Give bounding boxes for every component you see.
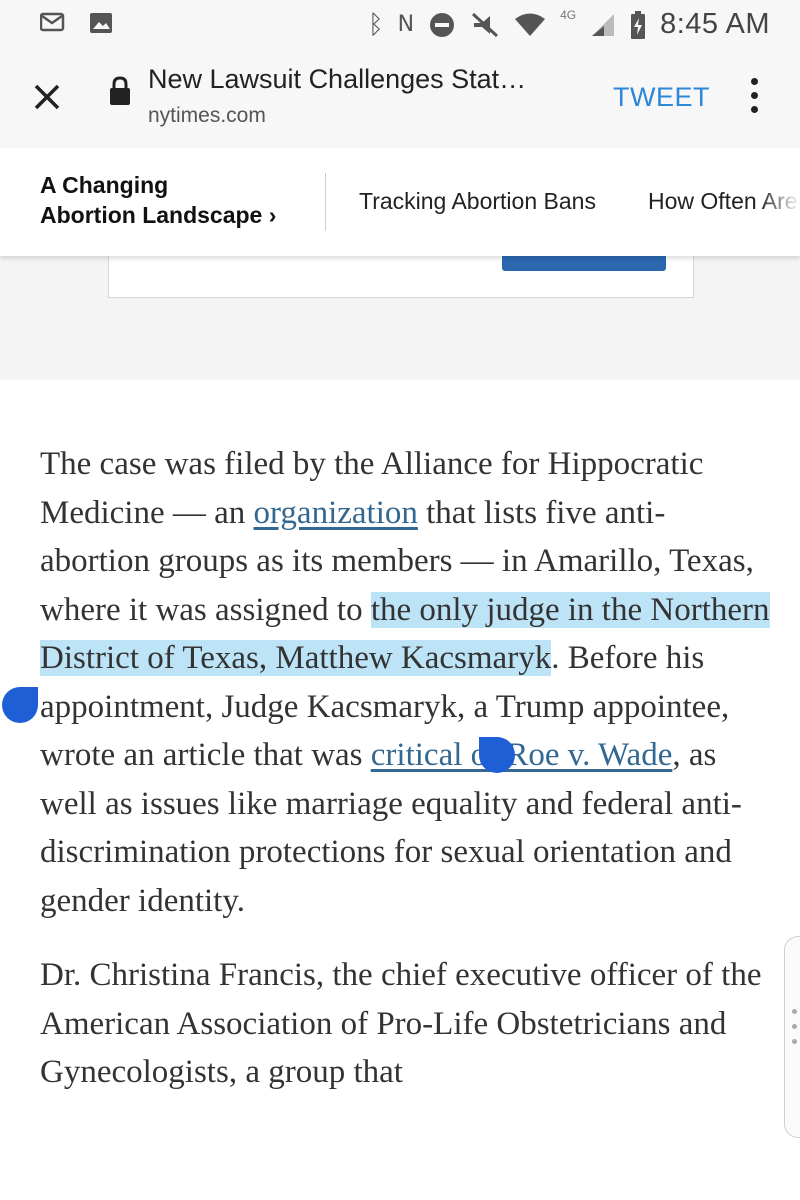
clock: 8:45 AM — [660, 8, 770, 40]
network-type: 4G — [560, 7, 577, 22]
browser-toolbar: New Lawsuit Challenges Stat… nytimes.com… — [0, 50, 800, 149]
message-icon — [40, 12, 65, 32]
page-title: New Lawsuit Challenges Stat… — [148, 64, 527, 94]
page-domain: nytimes.com — [148, 104, 266, 127]
ad-area — [0, 246, 800, 380]
mute-icon — [472, 12, 499, 37]
selection-start-handle[interactable] — [2, 687, 38, 723]
image-icon — [90, 13, 112, 33]
bluetooth-icon: ᛒ — [368, 9, 384, 40]
lock-icon — [110, 76, 130, 105]
critical-of-roe-link[interactable]: critical of Roe v. Wade — [371, 737, 673, 773]
more-options-icon[interactable] — [744, 78, 764, 118]
section-title-line2: Abortion Landscape › — [40, 202, 277, 228]
organization-link[interactable]: organization — [254, 495, 418, 531]
wifi-icon — [515, 13, 546, 36]
battery-charging-icon — [631, 10, 646, 39]
nav-fade — [760, 178, 800, 228]
signal-icon — [592, 13, 615, 36]
section-title-link[interactable]: A Changing Abortion Landscape › — [40, 170, 276, 230]
section-title-line1: A Changing — [40, 172, 169, 198]
tweet-button[interactable]: TWEET — [613, 82, 710, 113]
article-paragraph: The case was filed by the Alliance for H… — [40, 440, 770, 925]
nav-link-tracking-abortion-bans[interactable]: Tracking Abortion Bans — [359, 188, 596, 215]
article-paragraph: Dr. Christina Francis, the chief executi… — [40, 957, 762, 1090]
status-bar: ᛒ N 4G 8:45 AM — [0, 0, 800, 50]
selection-end-handle[interactable] — [479, 737, 515, 773]
article-body: The case was filed by the Alliance for H… — [40, 440, 770, 1097]
section-nav: A Changing Abortion Landscape › Tracking… — [0, 148, 800, 256]
scrollbar-thumb[interactable] — [784, 936, 800, 1138]
do-not-disturb-icon — [430, 12, 455, 37]
nav-divider — [325, 173, 326, 231]
close-icon[interactable] — [28, 78, 66, 116]
nfc-icon: N — [397, 11, 415, 37]
